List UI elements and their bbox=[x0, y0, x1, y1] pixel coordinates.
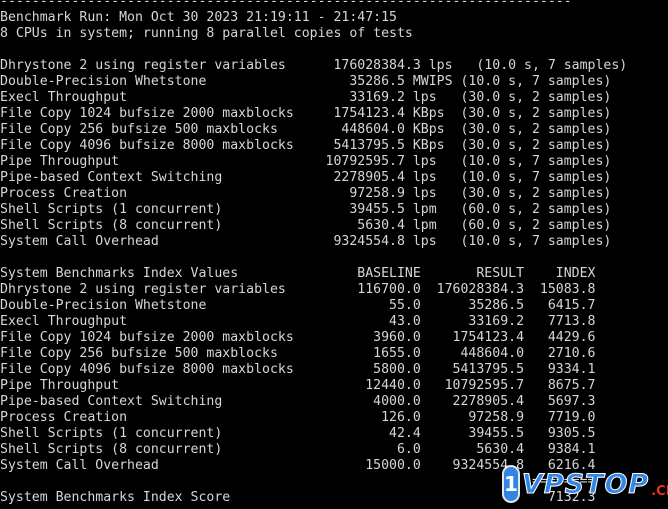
watermark-badge: 1 bbox=[504, 467, 518, 501]
terminal-line: Double-Precision Whetstone 55.0 35286.5 … bbox=[0, 298, 596, 313]
terminal-line: Shell Scripts (1 concurrent) 39455.5 lpm… bbox=[0, 202, 612, 217]
terminal-line: Pipe-based Context Switching 2278905.4 l… bbox=[0, 170, 612, 185]
vpstop-watermark: 1 VPSTOP .CN bbox=[504, 465, 668, 503]
terminal-line: System Call Overhead 9324554.8 lps (10.0… bbox=[0, 234, 612, 249]
terminal-line: Double-Precision Whetstone 35286.5 MWIPS… bbox=[0, 74, 612, 89]
terminal-line: File Copy 256 bufsize 500 maxblocks 1655… bbox=[0, 346, 596, 361]
terminal-line: Shell Scripts (1 concurrent) 42.4 39455.… bbox=[0, 426, 596, 441]
terminal-line: File Copy 1024 bufsize 2000 maxblocks 17… bbox=[0, 106, 612, 121]
terminal-line: Benchmark Run: Mon Oct 30 2023 21:19:11 … bbox=[0, 10, 397, 25]
terminal-line: Execl Throughput 33169.2 lps (30.0 s, 2 … bbox=[0, 90, 612, 105]
terminal-line: File Copy 4096 bufsize 8000 maxblocks 58… bbox=[0, 362, 596, 377]
terminal-line: Pipe-based Context Switching 4000.0 2278… bbox=[0, 394, 596, 409]
terminal-line: ----------------------------------------… bbox=[0, 0, 572, 9]
terminal-line: Dhrystone 2 using register variables 116… bbox=[0, 282, 596, 297]
terminal-line: Pipe Throughput 12440.0 10792595.7 8675.… bbox=[0, 378, 596, 393]
terminal-line: Execl Throughput 43.0 33169.2 7713.8 bbox=[0, 314, 596, 329]
terminal-line: File Copy 4096 bufsize 8000 maxblocks 54… bbox=[0, 138, 612, 153]
terminal-line: Shell Scripts (8 concurrent) 6.0 5630.4 … bbox=[0, 442, 596, 457]
terminal-line: 8 CPUs in system; running 8 parallel cop… bbox=[0, 26, 413, 41]
terminal-line: File Copy 1024 bufsize 2000 maxblocks 39… bbox=[0, 330, 596, 345]
watermark-suffix: .CN bbox=[651, 483, 668, 499]
terminal-line: File Copy 256 bufsize 500 maxblocks 4486… bbox=[0, 122, 612, 137]
terminal-line: Shell Scripts (8 concurrent) 5630.4 lpm … bbox=[0, 218, 612, 233]
watermark-text: VPSTOP bbox=[521, 468, 650, 500]
terminal-line: Dhrystone 2 using register variables 176… bbox=[0, 58, 628, 73]
terminal-line: Process Creation 126.0 97258.9 7719.0 bbox=[0, 410, 596, 425]
terminal-line: System Benchmarks Index Values BASELINE … bbox=[0, 266, 596, 281]
terminal-line: Process Creation 97258.9 lps (30.0 s, 2 … bbox=[0, 186, 612, 201]
terminal-output[interactable]: ----------------------------------------… bbox=[0, 0, 668, 509]
terminal-line: Pipe Throughput 10792595.7 lps (10.0 s, … bbox=[0, 154, 612, 169]
